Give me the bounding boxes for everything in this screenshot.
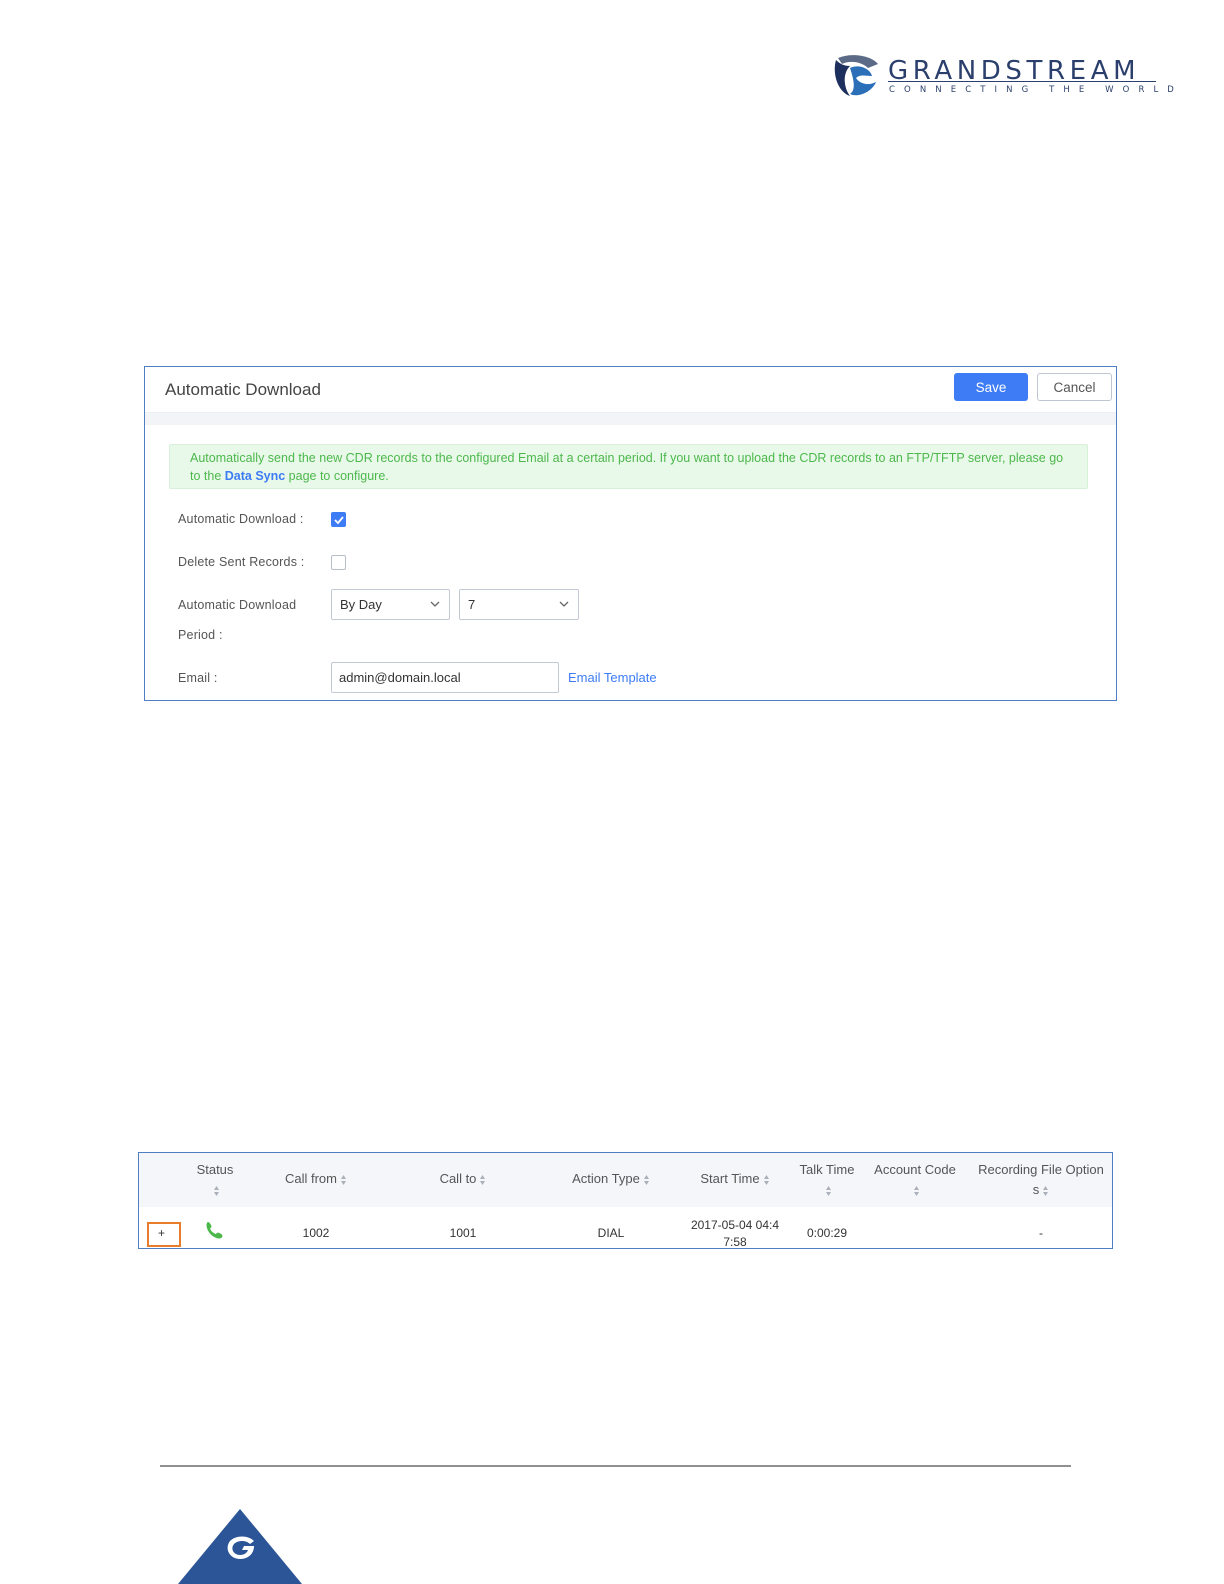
start-time-header-label: Start Time — [700, 1171, 760, 1186]
period-value: 7 — [468, 597, 476, 612]
delete-sent-records-label: Delete Sent Records : — [178, 555, 305, 569]
cancel-button[interactable]: Cancel — [1037, 373, 1112, 401]
column-header-talk-time[interactable]: Talk Time — [792, 1160, 862, 1200]
period-unit-select[interactable]: By Day — [331, 589, 450, 620]
call-to-cell: 1001 — [449, 1226, 477, 1240]
start-time-cell: 2017-05-04 04:4 7:58 — [677, 1217, 793, 1249]
column-header-status[interactable]: Status — [187, 1160, 243, 1200]
period-label-suffix: Period : — [178, 628, 223, 642]
data-sync-link[interactable]: Data Sync — [225, 469, 285, 483]
start-time-line-2: 7:58 — [723, 1235, 747, 1249]
call-from-cell: 1002 — [302, 1226, 330, 1240]
column-header-call-to[interactable]: Call to — [411, 1169, 515, 1189]
sort-icon — [480, 1174, 486, 1185]
sort-icon — [214, 1185, 219, 1196]
talk-time-header-label: Talk Time — [799, 1162, 855, 1177]
grandstream-footer-logo-icon — [178, 1509, 302, 1584]
recording-header-label: Recording File Option — [978, 1162, 1104, 1177]
column-header-recording-file-options[interactable]: Recording File Option s — [969, 1160, 1112, 1200]
automatic-download-checkbox[interactable] — [331, 512, 346, 527]
cdr-table: Status Call from Call to Action Type Sta… — [138, 1152, 1113, 1249]
footer-divider — [160, 1465, 1071, 1467]
period-label: Automatic Download — [178, 598, 297, 612]
chevron-down-icon — [559, 601, 569, 607]
chevron-down-icon — [430, 601, 440, 607]
automatic-download-label: Automatic Download : — [178, 512, 304, 526]
start-time-line-1: 2017-05-04 04:4 — [690, 1218, 780, 1232]
sort-icon — [826, 1185, 831, 1196]
panel-header: Automatic Download Save Cancel — [145, 367, 1116, 413]
brand-tagline: CONNECTING THE WORLD — [889, 85, 1183, 95]
sort-icon — [1043, 1185, 1049, 1196]
phone-answered-icon — [206, 1222, 223, 1239]
action-type-header-label: Action Type — [572, 1171, 640, 1186]
email-label: Email : — [178, 671, 218, 685]
notice-text-end: page to configure. — [285, 469, 389, 483]
grandstream-logo-icon — [834, 55, 878, 96]
column-header-action-type[interactable]: Action Type — [551, 1169, 671, 1189]
email-template-link[interactable]: Email Template — [568, 670, 657, 685]
sort-icon — [341, 1174, 346, 1185]
sort-icon — [763, 1174, 769, 1185]
grandstream-logo: GRANDSTREAM CONNECTING THE WORLD — [832, 54, 1174, 100]
call-from-header-label: Call from — [284, 1171, 337, 1186]
automatic-download-panel: Automatic Download Save Cancel Automatic… — [144, 366, 1117, 701]
talk-time-cell: 0:00:29 — [806, 1226, 848, 1240]
recording-header-label-suffix: s — [1032, 1182, 1040, 1197]
check-icon — [334, 516, 344, 525]
email-input[interactable]: admin@domain.local — [331, 662, 559, 693]
column-header-start-time[interactable]: Start Time — [677, 1169, 793, 1189]
header-separator — [145, 413, 1116, 425]
delete-sent-records-checkbox[interactable] — [331, 555, 346, 570]
period-value-select[interactable]: 7 — [459, 589, 579, 620]
column-header-call-from[interactable]: Call from — [261, 1169, 371, 1189]
sort-icon — [643, 1174, 649, 1185]
action-type-cell: DIAL — [597, 1226, 625, 1240]
call-to-header-label: Call to — [439, 1171, 477, 1186]
account-code-header-label: Account Code — [874, 1162, 956, 1177]
expand-icon: + — [158, 1226, 166, 1240]
period-unit-value: By Day — [340, 597, 382, 612]
info-notice: Automatically send the new CDR records t… — [169, 444, 1088, 489]
save-button[interactable]: Save — [954, 373, 1028, 401]
column-header-account-code[interactable]: Account Code — [865, 1160, 965, 1200]
page-title: Automatic Download — [165, 380, 321, 399]
status-header-label: Status — [196, 1162, 234, 1177]
brand-divider — [888, 81, 1156, 82]
recording-cell: - — [1039, 1226, 1043, 1240]
sort-icon — [914, 1185, 919, 1196]
